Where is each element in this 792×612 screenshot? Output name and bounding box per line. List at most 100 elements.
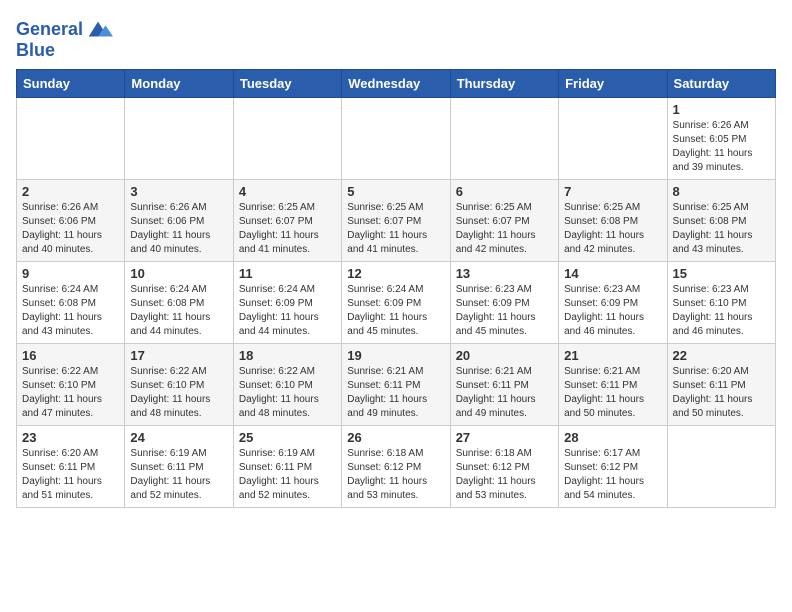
calendar-cell: 2 Sunrise: 6:26 AM Sunset: 6:06 PM Daylig… [17, 180, 125, 262]
calendar-cell: 1Sunrise: 6:26 AM Sunset: 6:05 PM Daylig… [667, 98, 775, 180]
calendar-cell: 25 Sunrise: 6:19 AM Sunset: 6:11 PM Dayli… [233, 426, 341, 508]
day-info: Sunrise: 6:24 AM Sunset: 6:08 PM Dayligh… [130, 283, 227, 339]
calendar-cell [559, 98, 667, 180]
logo: General Blue [16, 16, 113, 61]
calendar-cell: 26Sunrise: 6:18 AM Sunset: 6:12 PM Dayli… [342, 426, 450, 508]
day-number: 24 [130, 430, 227, 445]
calendar-cell: 8 Sunrise: 6:25 AM Sunset: 6:08 PM Daylig… [667, 180, 775, 262]
calendar-cell: 21 Sunrise: 6:21 AM Sunset: 6:11 PM Dayli… [559, 344, 667, 426]
day-number: 26 [347, 430, 444, 445]
weekday-header-sunday: Sunday [17, 70, 125, 98]
day-number: 6 [456, 184, 553, 199]
day-number: 28 [564, 430, 661, 445]
day-number: 2 [22, 184, 119, 199]
day-info: Sunrise: 6:21 AM Sunset: 6:11 PM Dayligh… [347, 365, 444, 421]
calendar-cell: 22 Sunrise: 6:20 AM Sunset: 6:11 PM Dayli… [667, 344, 775, 426]
weekday-header-row: SundayMondayTuesdayWednesdayThursdayFrid… [17, 70, 776, 98]
day-info: Sunrise: 6:24 AM Sunset: 6:09 PM Dayligh… [347, 283, 444, 339]
week-row-5: 23 Sunrise: 6:20 AM Sunset: 6:11 PM Dayli… [17, 426, 776, 508]
week-row-4: 16 Sunrise: 6:22 AM Sunset: 6:10 PM Dayli… [17, 344, 776, 426]
day-number: 8 [673, 184, 770, 199]
day-info: Sunrise: 6:19 AM Sunset: 6:11 PM Dayligh… [130, 447, 227, 503]
calendar-cell [125, 98, 233, 180]
day-number: 25 [239, 430, 336, 445]
calendar-cell: 15 Sunrise: 6:23 AM Sunset: 6:10 PM Dayli… [667, 262, 775, 344]
day-number: 23 [22, 430, 119, 445]
day-info: Sunrise: 6:26 AM Sunset: 6:06 PM Dayligh… [130, 201, 227, 257]
day-number: 20 [456, 348, 553, 363]
calendar-cell: 10 Sunrise: 6:24 AM Sunset: 6:08 PM Dayli… [125, 262, 233, 344]
day-number: 16 [22, 348, 119, 363]
day-info: Sunrise: 6:19 AM Sunset: 6:11 PM Dayligh… [239, 447, 336, 503]
day-number: 13 [456, 266, 553, 281]
calendar-table: SundayMondayTuesdayWednesdayThursdayFrid… [16, 69, 776, 508]
calendar-cell [17, 98, 125, 180]
calendar-cell [342, 98, 450, 180]
day-number: 21 [564, 348, 661, 363]
day-number: 19 [347, 348, 444, 363]
logo-text: General [16, 20, 83, 40]
day-info: Sunrise: 6:18 AM Sunset: 6:12 PM Dayligh… [456, 447, 553, 503]
day-info: Sunrise: 6:21 AM Sunset: 6:11 PM Dayligh… [564, 365, 661, 421]
calendar-cell: 4 Sunrise: 6:25 AM Sunset: 6:07 PM Daylig… [233, 180, 341, 262]
calendar-cell: 16 Sunrise: 6:22 AM Sunset: 6:10 PM Dayli… [17, 344, 125, 426]
calendar-cell: 17Sunrise: 6:22 AM Sunset: 6:10 PM Dayli… [125, 344, 233, 426]
day-info: Sunrise: 6:22 AM Sunset: 6:10 PM Dayligh… [22, 365, 119, 421]
day-info: Sunrise: 6:22 AM Sunset: 6:10 PM Dayligh… [239, 365, 336, 421]
day-number: 27 [456, 430, 553, 445]
day-info: Sunrise: 6:17 AM Sunset: 6:12 PM Dayligh… [564, 447, 661, 503]
day-info: Sunrise: 6:20 AM Sunset: 6:11 PM Dayligh… [22, 447, 119, 503]
day-number: 5 [347, 184, 444, 199]
day-number: 22 [673, 348, 770, 363]
calendar-cell: 14 Sunrise: 6:23 AM Sunset: 6:09 PM Dayli… [559, 262, 667, 344]
day-number: 18 [239, 348, 336, 363]
weekday-header-thursday: Thursday [450, 70, 558, 98]
day-info: Sunrise: 6:23 AM Sunset: 6:10 PM Dayligh… [673, 283, 770, 339]
week-row-1: 1Sunrise: 6:26 AM Sunset: 6:05 PM Daylig… [17, 98, 776, 180]
day-number: 14 [564, 266, 661, 281]
day-info: Sunrise: 6:24 AM Sunset: 6:09 PM Dayligh… [239, 283, 336, 339]
calendar-cell [233, 98, 341, 180]
calendar-cell: 12 Sunrise: 6:24 AM Sunset: 6:09 PM Dayli… [342, 262, 450, 344]
day-info: Sunrise: 6:20 AM Sunset: 6:11 PM Dayligh… [673, 365, 770, 421]
day-number: 15 [673, 266, 770, 281]
day-number: 11 [239, 266, 336, 281]
calendar-cell: 27 Sunrise: 6:18 AM Sunset: 6:12 PM Dayli… [450, 426, 558, 508]
day-info: Sunrise: 6:25 AM Sunset: 6:07 PM Dayligh… [456, 201, 553, 257]
calendar-cell: 3Sunrise: 6:26 AM Sunset: 6:06 PM Daylig… [125, 180, 233, 262]
calendar-cell: 13 Sunrise: 6:23 AM Sunset: 6:09 PM Dayli… [450, 262, 558, 344]
day-info: Sunrise: 6:23 AM Sunset: 6:09 PM Dayligh… [564, 283, 661, 339]
calendar-cell [667, 426, 775, 508]
calendar-cell: 11 Sunrise: 6:24 AM Sunset: 6:09 PM Dayli… [233, 262, 341, 344]
weekday-header-saturday: Saturday [667, 70, 775, 98]
day-info: Sunrise: 6:25 AM Sunset: 6:07 PM Dayligh… [347, 201, 444, 257]
day-info: Sunrise: 6:26 AM Sunset: 6:06 PM Dayligh… [22, 201, 119, 257]
day-number: 10 [130, 266, 227, 281]
week-row-3: 9 Sunrise: 6:24 AM Sunset: 6:08 PM Daylig… [17, 262, 776, 344]
day-info: Sunrise: 6:25 AM Sunset: 6:08 PM Dayligh… [673, 201, 770, 257]
day-number: 7 [564, 184, 661, 199]
calendar-cell: 28 Sunrise: 6:17 AM Sunset: 6:12 PM Dayli… [559, 426, 667, 508]
weekday-header-wednesday: Wednesday [342, 70, 450, 98]
calendar-cell: 19 Sunrise: 6:21 AM Sunset: 6:11 PM Dayli… [342, 344, 450, 426]
day-info: Sunrise: 6:25 AM Sunset: 6:08 PM Dayligh… [564, 201, 661, 257]
day-info: Sunrise: 6:25 AM Sunset: 6:07 PM Dayligh… [239, 201, 336, 257]
day-info: Sunrise: 6:23 AM Sunset: 6:09 PM Dayligh… [456, 283, 553, 339]
page-header: General Blue [16, 16, 776, 61]
day-info: Sunrise: 6:21 AM Sunset: 6:11 PM Dayligh… [456, 365, 553, 421]
calendar-cell: 20 Sunrise: 6:21 AM Sunset: 6:11 PM Dayli… [450, 344, 558, 426]
calendar-cell: 18 Sunrise: 6:22 AM Sunset: 6:10 PM Dayli… [233, 344, 341, 426]
calendar-cell: 9Sunrise: 6:24 AM Sunset: 6:08 PM Daylig… [17, 262, 125, 344]
day-number: 12 [347, 266, 444, 281]
calendar-cell: 5 Sunrise: 6:25 AM Sunset: 6:07 PM Daylig… [342, 180, 450, 262]
week-row-2: 2 Sunrise: 6:26 AM Sunset: 6:06 PM Daylig… [17, 180, 776, 262]
calendar-cell: 6 Sunrise: 6:25 AM Sunset: 6:07 PM Daylig… [450, 180, 558, 262]
calendar-cell: 24 Sunrise: 6:19 AM Sunset: 6:11 PM Dayli… [125, 426, 233, 508]
calendar-cell: 23 Sunrise: 6:20 AM Sunset: 6:11 PM Dayli… [17, 426, 125, 508]
day-number: 9 [22, 266, 119, 281]
day-number: 4 [239, 184, 336, 199]
day-info: Sunrise: 6:22 AM Sunset: 6:10 PM Dayligh… [130, 365, 227, 421]
calendar-cell: 7 Sunrise: 6:25 AM Sunset: 6:08 PM Daylig… [559, 180, 667, 262]
weekday-header-monday: Monday [125, 70, 233, 98]
weekday-header-tuesday: Tuesday [233, 70, 341, 98]
